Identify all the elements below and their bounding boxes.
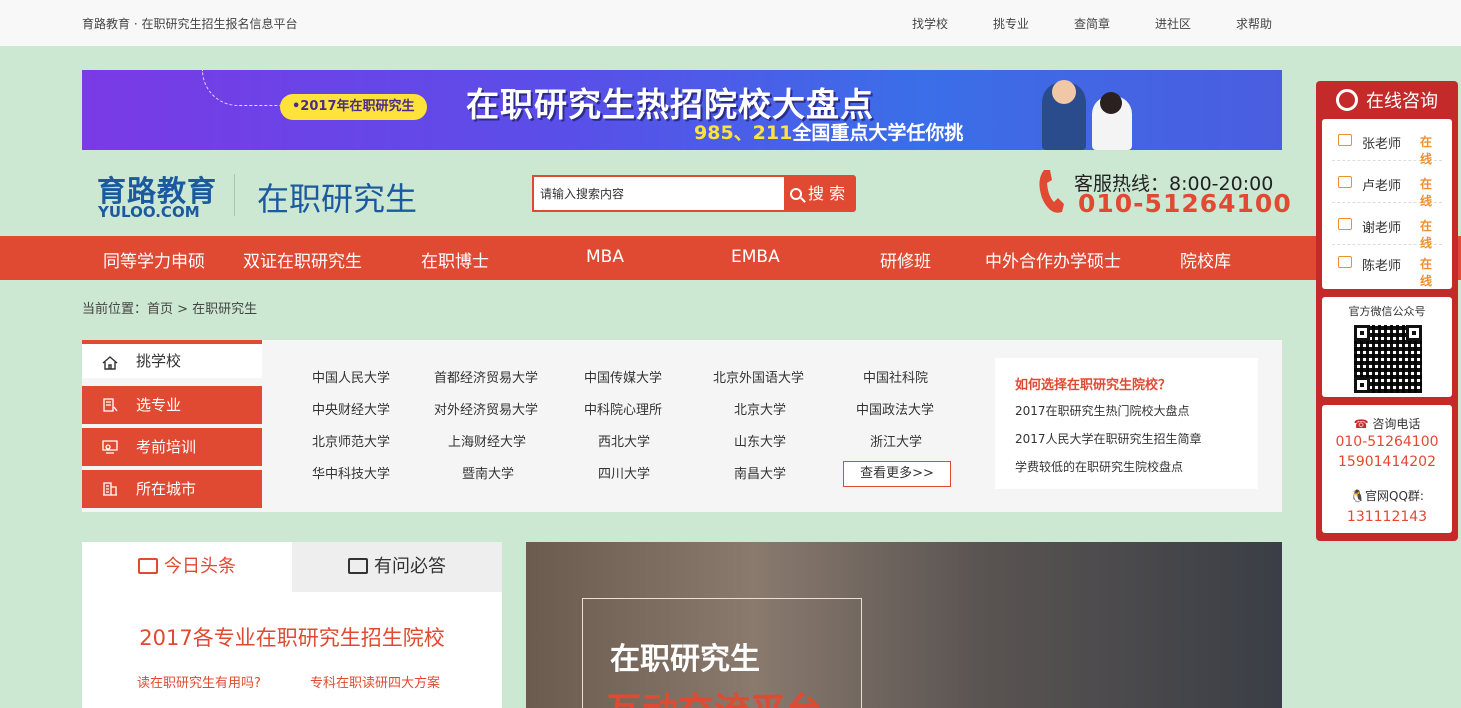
school-link[interactable]: 西北大学 [598,431,650,450]
consult-mobile: 15901414202 [1338,454,1436,470]
article-link[interactable]: 学费较低的在职研究生院校盘点 [1015,458,1183,475]
tab-qa[interactable]: 有问必答 [292,542,502,592]
school-link[interactable]: 中国人民大学 [312,367,390,386]
top-link-check-brochure[interactable]: 查简章 [1074,15,1110,32]
school-link[interactable]: 中国政法大学 [856,399,934,418]
more-schools-button[interactable]: 查看更多>> [843,461,951,487]
school-link[interactable]: 浙江大学 [870,431,922,450]
school-link[interactable]: 北京外国语大学 [713,367,804,386]
building-icon [103,482,117,496]
nav-item-emba[interactable]: EMBA [731,247,780,267]
article-heading[interactable]: 如何选择在职研究生院校？ [1015,374,1171,393]
teacher-chat-item[interactable]: 陈老师 在线 [1332,243,1442,288]
school-link[interactable]: 山东大学 [734,431,786,450]
consult-phone: 010-51264100 [1335,434,1439,450]
news-panel: 今日头条 有问必答 2017各专业在职研究生招生院校 读在职研究生有用吗? 专科… [82,542,502,708]
article-link[interactable]: 2017在职研究生热门院校大盘点 [1015,402,1190,419]
search-field [532,175,784,212]
article-box: 如何选择在职研究生院校？ 2017在职研究生热门院校大盘点 2017人民大学在职… [995,358,1258,489]
logo-domain: YULOO.COM [98,203,200,221]
wechat-qr-code [1354,325,1422,393]
contact-card: ☎ 咨询电话 010-51264100 15901414202 🐧官网QQ群: … [1322,405,1452,533]
telephone-icon: ☎ [1353,417,1373,431]
tab-today-headlines[interactable]: 今日头条 [82,542,292,592]
school-link[interactable]: 北京师范大学 [312,431,390,450]
whiteboard-icon [102,440,118,454]
school-link[interactable]: 南昌大学 [734,463,786,482]
top-link-pick-major[interactable]: 挑专业 [993,15,1029,32]
top-link-help[interactable]: 求帮助 [1236,15,1272,32]
nav-item-equivalent-degree[interactable]: 同等学力申硕 [103,247,205,272]
school-link[interactable]: 对外经济贸易大学 [434,399,538,418]
school-link[interactable]: 暨南大学 [462,463,514,482]
school-link[interactable]: 首都经济贸易大学 [434,367,538,386]
school-link[interactable]: 中国社科院 [863,367,928,386]
chat-icon [348,558,368,574]
teacher-chat-item[interactable]: 谢老师 在线 [1332,205,1442,250]
banner-year-pill: •2017年在职研究生 [280,94,427,120]
school-link[interactable]: 上海财经大学 [448,431,526,450]
search-button[interactable]: 搜 索 [784,175,856,212]
qq-group-number[interactable]: 131112143 [1322,509,1452,525]
news-link[interactable]: 读在职研究生有用吗? [137,672,261,691]
channel-title: 在职研究生 [257,180,418,218]
site-slogan: 育路教育 · 在职研究生招生报名信息平台 [82,17,298,31]
teacher-chat-item[interactable]: 张老师 在线 [1332,121,1442,166]
hotline-number: 010-51264100 [1078,189,1292,218]
article-link[interactable]: 2017人民大学在职研究生招生简章 [1015,430,1202,447]
school-link[interactable]: 华中科技大学 [312,463,390,482]
online-consult-panel: 在线咨询 张老师 在线 卢老师 在线 谢老师 在线 陈老师 在线 官方微信公众号 [1316,81,1458,541]
teacher-list: 张老师 在线 卢老师 在线 谢老师 在线 陈老师 在线 [1322,119,1452,289]
tab-pick-school[interactable]: 挑学校 [82,340,262,378]
search-icon [790,188,802,200]
chat-icon [1338,218,1352,230]
school-link[interactable]: 中科院心理所 [584,399,662,418]
breadcrumb: 当前位置：首页 > 在职研究生 [82,302,258,317]
nav-item-phd[interactable]: 在职博士 [421,247,489,272]
nav-item-seminar[interactable]: 研修班 [880,247,931,272]
banner-subheadline: 985、211全国重点大学任你挑 [694,122,964,144]
nav-item-joint-program[interactable]: 中外合作办学硕士 [985,247,1121,272]
nav-item-school-db[interactable]: 院校库 [1180,247,1231,272]
wechat-label: 官方微信公众号 [1348,305,1426,318]
promo-title: 在职研究生 [610,642,760,677]
phone-label: ☎ 咨询电话 [1353,417,1421,431]
tab-choose-major[interactable]: 选专业 [82,386,262,424]
news-link[interactable]: 专科在职读研四大方案 [310,672,440,691]
chat-icon [1338,176,1352,188]
nav-item-mba[interactable]: MBA [586,247,624,267]
tab-city[interactable]: 所在城市 [82,470,262,508]
main-nav: 同等学力申硕 双证在职研究生 在职博士 MBA EMBA 研修班 中外合作办学硕… [0,236,1461,280]
school-link[interactable]: 北京大学 [734,399,786,418]
teacher-chat-item[interactable]: 卢老师 在线 [1332,163,1442,208]
document-icon [103,398,118,412]
wechat-card: 官方微信公众号 [1322,297,1452,397]
school-link[interactable]: 中国传媒大学 [584,367,662,386]
school-finder-panel: 挑学校 选专业 考前培训 所在城市 中国人民大学 首都经济贸易大学 中国传媒大学… [82,340,1282,512]
consult-title: 在线咨询 [1316,87,1458,113]
promo-subtitle: 互动交流平台 [606,682,822,708]
chat-icon [1338,134,1352,146]
chat-icon [1338,256,1352,268]
search-input[interactable] [534,177,784,210]
phone-icon [1039,170,1064,213]
logo-divider [234,174,235,216]
school-link[interactable]: 中央财经大学 [312,399,390,418]
home-icon [102,356,118,370]
news-headline[interactable]: 2017各专业在职研究生招生院校 [82,622,502,652]
newspaper-icon [138,558,158,574]
school-link[interactable]: 四川大学 [598,463,650,482]
headset-icon [1336,89,1358,111]
qq-label: 🐧官网QQ群: [1350,489,1424,503]
top-bar: 育路教育 · 在职研究生招生报名信息平台 找学校 挑专业 查简章 进社区 求帮助 [0,0,1461,46]
top-link-community[interactable]: 进社区 [1155,15,1191,32]
community-promo-image[interactable]: 在职研究生 互动交流平台 [526,542,1282,708]
tab-exam-training[interactable]: 考前培训 [82,428,262,466]
top-link-find-school[interactable]: 找学校 [912,15,948,32]
promo-banner[interactable]: •2017年在职研究生 在职研究生热招院校大盘点 985、211全国重点大学任你… [82,70,1282,150]
qq-penguin-icon: 🐧 [1350,489,1365,503]
nav-item-dual-cert[interactable]: 双证在职研究生 [243,247,362,272]
